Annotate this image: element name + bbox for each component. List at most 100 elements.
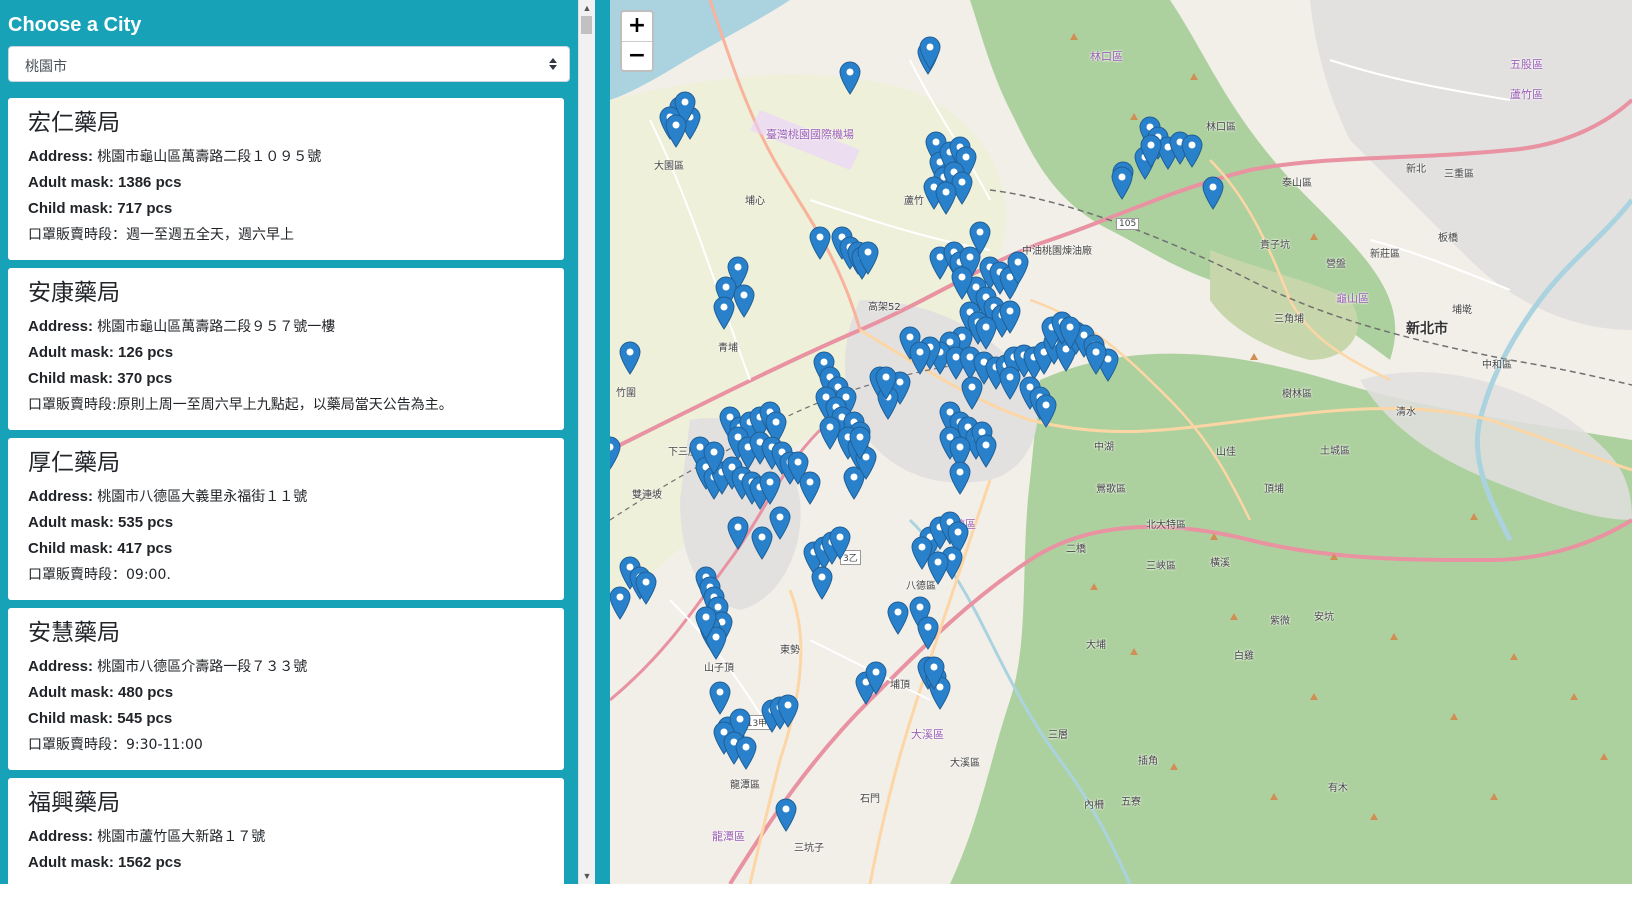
map-marker-icon[interactable] [809,226,831,260]
map-marker-icon[interactable] [703,441,725,475]
map-label: 竹圍 [616,388,636,399]
map-marker-icon[interactable] [819,416,841,450]
map-marker-icon[interactable] [961,376,983,410]
child-mask-label: Child mask: [28,370,114,387]
map-label: 鶯歌區 [1096,484,1126,495]
app-window: Choose a City 桃園市 宏仁藥局 Address: 桃園市龜山區萬壽… [0,0,1632,921]
triangle-down-icon[interactable]: ▼ [579,868,595,884]
sidebar-scrollbar[interactable]: ▲ ▼ [578,0,595,884]
map-marker-icon[interactable] [875,366,897,400]
map-marker-icon[interactable] [735,736,757,770]
map-marker-icon[interactable] [799,471,821,505]
map-marker-icon[interactable] [1059,316,1081,350]
map-marker-icon[interactable] [917,616,939,650]
map-marker-icon[interactable] [909,341,931,375]
divider [595,0,610,921]
map-marker-icon[interactable] [857,241,879,275]
map-label: 五寮 [1121,797,1141,808]
map[interactable]: 林口區林口區五股區蘆竹區龜山區八德區八德區大溪區大溪區龍潭區龍潭區大園區新北市臺… [610,0,1632,884]
map-marker-icon[interactable] [865,661,887,695]
map-marker-icon[interactable] [839,61,861,95]
map-label: 營盤 [1326,259,1346,270]
map-marker-icon[interactable] [927,551,949,585]
map-label: 土城區 [1320,446,1350,457]
map-marker-icon[interactable] [999,300,1021,334]
child-mask-count: 717 pcs [117,200,173,217]
map-marker-icon[interactable] [1035,394,1057,428]
triangle-up-icon[interactable]: ▲ [579,0,595,16]
map-marker-icon[interactable] [695,606,717,640]
address-label: Address: [28,148,94,165]
map-label: 三坑子 [794,843,824,854]
map-marker-icon[interactable] [619,341,641,375]
map-marker-icon[interactable] [1140,134,1162,168]
map-label: 高架52 [868,302,901,313]
child-mask-count: 545 pcs [117,710,173,727]
map-marker-icon[interactable] [733,284,755,318]
map-label: 蘆竹 [904,196,924,207]
pharmacy-card[interactable]: 安慧藥局 Address: 桃園市八德區介壽路一段７３３號 Adult mask… [8,608,564,770]
child-mask-count: 417 pcs [117,540,173,557]
adult-mask-label: Adult mask: [28,854,114,871]
map-marker-icon[interactable] [969,221,991,255]
pharmacy-card[interactable]: 安康藥局 Address: 桃園市龜山區萬壽路二段９５７號一樓 Adult ma… [8,268,564,430]
map-marker-icon[interactable] [775,798,797,832]
map-marker-icon[interactable] [769,506,791,540]
map-label: 插角 [1138,756,1158,767]
adult-mask-row: Adult mask: 535 pcs [28,510,544,536]
map-marker-icon[interactable] [1202,176,1224,210]
map-marker-icon[interactable] [610,436,621,470]
map-label: 有木 [1328,783,1348,794]
adult-mask-row: Adult mask: 1386 pcs [28,170,544,196]
map-label: 大溪區 [950,758,980,769]
pharmacy-card[interactable]: 宏仁藥局 Address: 桃園市龜山區萬壽路二段１０９５號 Adult mas… [8,98,564,260]
adult-mask-label: Adult mask: [28,344,114,361]
city-select[interactable]: 桃園市 [8,46,570,82]
map-label: 二橋 [1066,544,1086,555]
scroll-thumb[interactable] [581,16,592,34]
address-label: Address: [28,318,94,335]
adult-mask-label: Adult mask: [28,514,114,531]
child-mask-row: Child mask: 545 pcs [28,706,544,732]
map-marker-icon[interactable] [610,586,631,620]
map-marker-icon[interactable] [999,366,1021,400]
map-marker-icon[interactable] [923,656,945,690]
map-label: 內柵 [1084,800,1104,811]
map-label: 大園區 [654,161,684,172]
map-marker-icon[interactable] [949,461,971,495]
map-marker-icon[interactable] [1085,341,1107,375]
map-marker-icon[interactable] [975,316,997,350]
map-marker-icon[interactable] [665,114,687,148]
map-marker-icon[interactable] [1007,251,1029,285]
map-marker-icon[interactable] [1181,134,1203,168]
map-marker-icon[interactable] [1111,166,1133,200]
map-marker-icon[interactable] [709,681,731,715]
pharmacy-address: 桃園市龜山區萬壽路二段９５７號一樓 [97,319,336,335]
map-marker-icon[interactable] [935,181,957,215]
map-marker-icon[interactable] [759,471,781,505]
pharmacy-name: 宏仁藥局 [28,110,120,136]
map-marker-icon[interactable] [975,434,997,468]
map-marker-icon[interactable] [919,36,941,70]
child-mask-count: 370 pcs [117,370,173,387]
map-marker-icon[interactable] [777,694,799,728]
sort-arrows-icon [549,58,557,70]
adult-mask-count: 126 pcs [118,344,174,361]
map-marker-icon[interactable] [811,566,833,600]
map-label: 泰山區 [1282,178,1312,189]
pharmacy-note: 口罩販賣時段：9:30-11:00 [28,737,203,753]
zoom-out-button[interactable]: − [622,41,652,71]
map-marker-icon[interactable] [951,266,973,300]
map-marker-icon[interactable] [887,601,909,635]
pharmacy-address-row: Address: 桃園市八德區大義里永福街１１號 [28,484,544,510]
map-marker-icon[interactable] [727,516,749,550]
map-marker-icon[interactable] [635,571,657,605]
pharmacy-name: 安慧藥局 [28,620,120,646]
zoom-in-button[interactable]: + [622,12,652,41]
map-label: 新莊區 [1370,249,1400,260]
pharmacy-card[interactable]: 厚仁藥局 Address: 桃園市八德區大義里永福街１１號 Adult mask… [8,438,564,600]
map-label: 東勢 [780,645,800,656]
map-marker-icon[interactable] [829,526,851,560]
map-marker-icon[interactable] [713,296,735,330]
map-marker-icon[interactable] [849,426,871,460]
